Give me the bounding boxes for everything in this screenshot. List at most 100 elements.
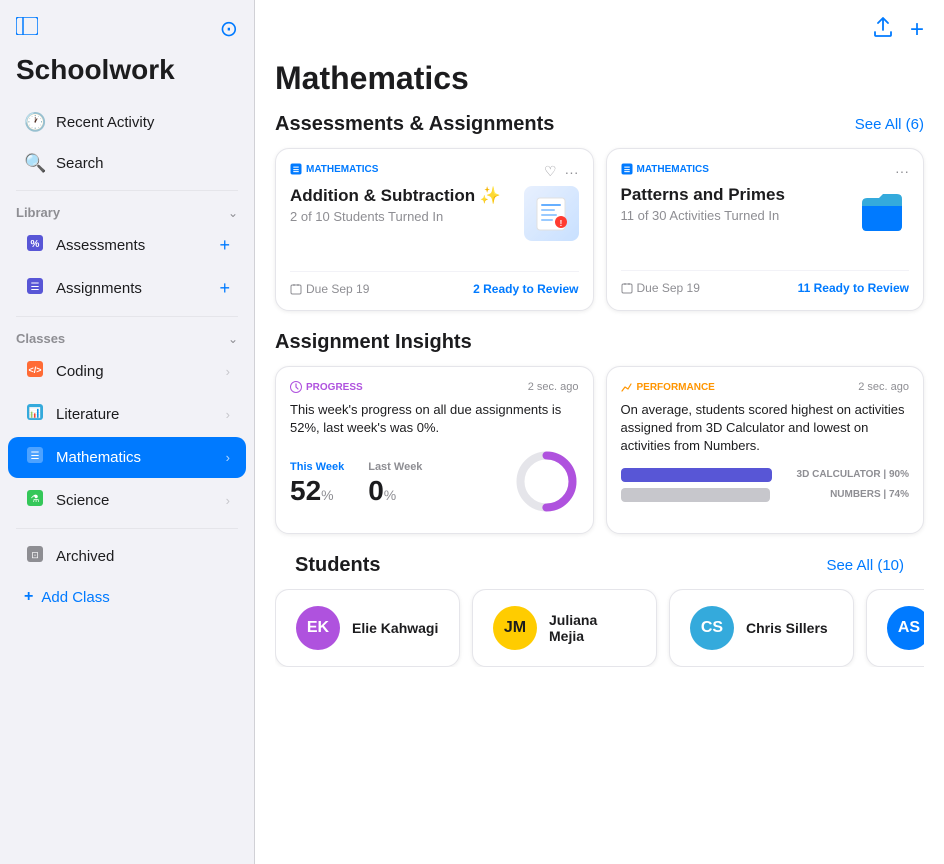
page-title: Mathematics xyxy=(255,60,944,113)
archived-label: Archived xyxy=(56,548,230,565)
this-week-label: This Week xyxy=(290,461,344,473)
card-title-1: Addition & Subtraction ✨ xyxy=(290,186,501,206)
assessments-add-icon[interactable]: + xyxy=(219,235,230,256)
progress-insight-header: PROGRESS 2 sec. ago xyxy=(290,381,579,393)
sidebar-item-label: Recent Activity xyxy=(56,114,230,131)
literature-chevron-icon: › xyxy=(226,407,230,422)
sidebar-item-archived[interactable]: ⊡ Archived xyxy=(8,536,246,577)
literature-label: Literature xyxy=(56,406,216,423)
mathematics-label: Mathematics xyxy=(56,449,216,466)
student-card-as[interactable]: AS Abbi Stein xyxy=(866,589,924,667)
card-review-1[interactable]: 2 Ready to Review xyxy=(473,282,578,296)
calc-bar-label: 3D CALCULATOR | 90% xyxy=(797,469,909,480)
student-avatar-ek: EK xyxy=(296,606,340,650)
classes-section-header: Classes ⌄ xyxy=(0,323,254,350)
assessments-section-header: Assessments & Assignments See All (6) xyxy=(255,113,944,148)
performance-insight-time: 2 sec. ago xyxy=(858,381,909,393)
donut-chart xyxy=(514,449,579,519)
assessments-label: Assessments xyxy=(56,237,209,254)
coding-chevron-icon: › xyxy=(226,364,230,379)
sidebar-divider-3 xyxy=(16,528,238,529)
progress-tag: PROGRESS xyxy=(290,381,363,393)
mathematics-chevron-icon: › xyxy=(226,450,230,465)
student-name-jm: Juliana Mejia xyxy=(549,612,636,644)
students-section-title: Students xyxy=(295,554,381,577)
science-icon: ⚗ xyxy=(24,489,46,512)
progress-insight-card[interactable]: PROGRESS 2 sec. ago This week's progress… xyxy=(275,366,594,534)
sidebar-divider-2 xyxy=(16,316,238,317)
sidebar-item-assessments[interactable]: % Assessments + xyxy=(8,225,246,266)
performance-insight-header: PERFORMANCE 2 sec. ago xyxy=(621,381,910,393)
assignment-card-2[interactable]: ☰ MATHEMATICS ··· Patterns and Primes 11… xyxy=(606,148,925,311)
performance-insight-card[interactable]: PERFORMANCE 2 sec. ago On average, stude… xyxy=(606,366,925,534)
card-more-icon-2[interactable]: ··· xyxy=(895,163,909,179)
mathematics-icon: ☰ xyxy=(24,446,46,469)
sidebar-item-literature[interactable]: 📊 Literature › xyxy=(8,394,246,435)
card-heart-icon[interactable]: ♡ xyxy=(544,163,557,180)
sidebar-item-coding[interactable]: </> Coding › xyxy=(8,351,246,392)
student-avatar-as: AS xyxy=(887,606,924,650)
student-card-ek[interactable]: EK Elie Kahwagi xyxy=(275,589,460,667)
students-see-all[interactable]: See All (10) xyxy=(826,557,904,574)
search-icon: 🔍 xyxy=(24,153,46,174)
assignments-add-icon[interactable]: + xyxy=(219,278,230,299)
card-due-1: Due Sep 19 xyxy=(290,282,369,296)
last-week-label: Last Week xyxy=(368,461,422,473)
card-more-icon[interactable]: ··· xyxy=(565,164,579,180)
archived-icon: ⊡ xyxy=(24,545,46,568)
progress-insight-time: 2 sec. ago xyxy=(528,381,579,393)
numbers-bar-row: NUMBERS | 74% xyxy=(621,488,910,502)
literature-icon: 📊 xyxy=(24,403,46,426)
main-top-bar: + xyxy=(255,0,944,60)
insights-section-title: Assignment Insights xyxy=(275,331,472,354)
this-week-stat: This Week 52% xyxy=(290,461,344,507)
student-card-cs[interactable]: CS Chris Sillers xyxy=(669,589,854,667)
sidebar-top-bar: ⊙ xyxy=(0,0,254,50)
student-avatar-jm: JM xyxy=(493,606,537,650)
sidebar-item-recent[interactable]: 🕐 Recent Activity xyxy=(8,103,246,142)
last-week-stat: Last Week 0% xyxy=(368,461,422,507)
assignments-label: Assignments xyxy=(56,280,209,297)
library-chevron-icon[interactable]: ⌄ xyxy=(228,206,238,220)
card-due-2: Due Sep 19 xyxy=(621,281,700,295)
calc-bar-container xyxy=(621,468,789,482)
card-thumbnail-2 xyxy=(854,185,909,240)
sidebar: ⊙ Schoolwork 🕐 Recent Activity 🔍 Search … xyxy=(0,0,255,864)
assessments-see-all[interactable]: See All (6) xyxy=(855,116,924,133)
sidebar-item-label: Search xyxy=(56,155,230,172)
svg-text:☰: ☰ xyxy=(31,282,40,293)
card-footer-2: Due Sep 19 11 Ready to Review xyxy=(621,270,910,295)
card-review-2[interactable]: 11 Ready to Review xyxy=(798,281,909,295)
classes-label: Classes xyxy=(16,331,65,346)
numbers-bar-label: NUMBERS | 74% xyxy=(830,489,909,500)
numbers-bar-container xyxy=(621,488,823,502)
assessments-section-title: Assessments & Assignments xyxy=(275,113,554,136)
student-card-jm[interactable]: JM Juliana Mejia xyxy=(472,589,657,667)
science-chevron-icon: › xyxy=(226,493,230,508)
recent-activity-icon: 🕐 xyxy=(24,112,46,133)
sidebar-toggle-icon[interactable] xyxy=(16,17,38,41)
progress-insight-text: This week's progress on all due assignme… xyxy=(290,401,579,437)
insights-grid: PROGRESS 2 sec. ago This week's progress… xyxy=(255,366,944,554)
card-thumbnail-1: ! xyxy=(524,186,579,241)
calc-bar-row: 3D CALCULATOR | 90% xyxy=(621,468,910,482)
sidebar-divider xyxy=(16,190,238,191)
svg-text:☰: ☰ xyxy=(31,451,40,462)
assignments-cards-grid: ☰ MATHEMATICS ♡ ··· Addition & Subtracti… xyxy=(255,148,944,331)
export-icon[interactable] xyxy=(872,16,894,44)
add-class-item[interactable]: + Add Class xyxy=(8,579,246,615)
sidebar-item-search[interactable]: 🔍 Search xyxy=(8,144,246,183)
assignment-card-1[interactable]: ☰ MATHEMATICS ♡ ··· Addition & Subtracti… xyxy=(275,148,594,311)
classes-chevron-icon[interactable]: ⌄ xyxy=(228,332,238,346)
progress-stats: This Week 52% Last Week 0% xyxy=(290,449,579,519)
insights-section-header: Assignment Insights xyxy=(255,331,944,366)
sidebar-item-science[interactable]: ⚗ Science › xyxy=(8,480,246,521)
library-label: Library xyxy=(16,205,60,220)
students-section-header: Students See All (10) xyxy=(275,554,924,589)
add-button[interactable]: + xyxy=(910,16,924,44)
sidebar-item-assignments[interactable]: ☰ Assignments + xyxy=(8,268,246,309)
card-title-2: Patterns and Primes xyxy=(621,185,785,205)
profile-icon[interactable]: ⊙ xyxy=(220,16,238,42)
card-subtitle-2: 11 of 30 Activities Turned In xyxy=(621,208,785,223)
sidebar-item-mathematics[interactable]: ☰ Mathematics › xyxy=(8,437,246,478)
